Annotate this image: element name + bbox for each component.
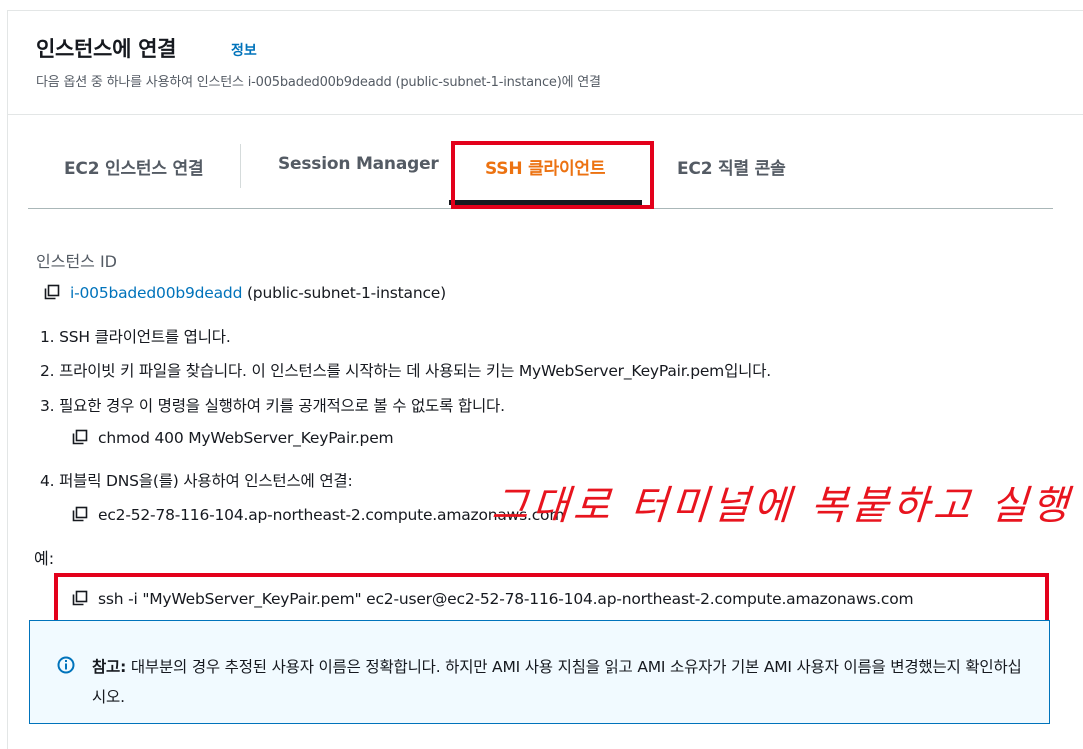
chmod-command: chmod 400 MyWebServer_KeyPair.pem — [98, 429, 394, 447]
step-1: 1. SSH 클라이언트를 엽니다. — [40, 328, 231, 346]
instance-id-link[interactable]: i-005baded00b9deadd — [70, 284, 242, 302]
instance-id-label: 인스턴스 ID — [36, 252, 118, 271]
example-label: 예: — [34, 549, 55, 568]
step-3: 3. 필요한 경우 이 명령을 실행하여 키를 공개적으로 볼 수 없도록 합니… — [40, 397, 505, 415]
annotation-highlight-tab — [451, 141, 654, 209]
tab-ec2-instance-connect[interactable]: EC2 인스턴스 연결 — [64, 154, 204, 179]
instance-name: (public-subnet-1-instance) — [246, 284, 446, 302]
tab-divider — [240, 144, 241, 188]
tab-session-manager[interactable]: Session Manager — [278, 154, 439, 174]
page-title: 인스턴스에 연결 — [36, 37, 177, 61]
info-alert-text: 참고: 대부분의 경우 추정된 사용자 이름은 정확합니다. 하지만 AMI 사… — [92, 652, 1032, 712]
note-body: 대부분의 경우 추정된 사용자 이름은 정확합니다. 하지만 AMI 사용 지침… — [92, 658, 1022, 706]
panel-header: 인스턴스에 연결 정보 다음 옵션 중 하나를 사용하여 인스턴스 i-005b… — [8, 11, 1083, 115]
copy-icon[interactable] — [72, 429, 88, 445]
note-prefix: 참고: — [92, 658, 127, 676]
instance-id-row: i-005baded00b9deadd (public-subnet-1-ins… — [44, 284, 446, 302]
copy-icon[interactable] — [72, 506, 88, 522]
info-icon — [57, 656, 75, 674]
page-subtitle: 다음 옵션 중 하나를 사용하여 인스턴스 i-005baded00b9dead… — [36, 75, 601, 90]
copy-icon[interactable] — [72, 590, 88, 606]
tab-ec2-serial-console[interactable]: EC2 직렬 콘솔 — [677, 154, 786, 179]
chmod-command-row: chmod 400 MyWebServer_KeyPair.pem — [72, 429, 394, 447]
step-4: 4. 퍼블릭 DNS을(를) 사용하여 인스턴스에 연결: — [40, 472, 353, 490]
step-2: 2. 프라이빗 키 파일을 찾습니다. 이 인스턴스를 시작하는 데 사용되는 … — [40, 362, 771, 380]
copy-icon[interactable] — [44, 284, 60, 300]
info-alert: 참고: 대부분의 경우 추정된 사용자 이름은 정확합니다. 하지만 AMI 사… — [29, 620, 1050, 724]
info-link[interactable]: 정보 — [231, 40, 257, 60]
ssh-command-row: ssh -i "MyWebServer_KeyPair.pem" ec2-use… — [72, 590, 914, 608]
handwritten-annotation: 그대로 터미널에 복붙하고 실행 — [490, 483, 1074, 529]
ssh-command: ssh -i "MyWebServer_KeyPair.pem" ec2-use… — [98, 590, 914, 608]
